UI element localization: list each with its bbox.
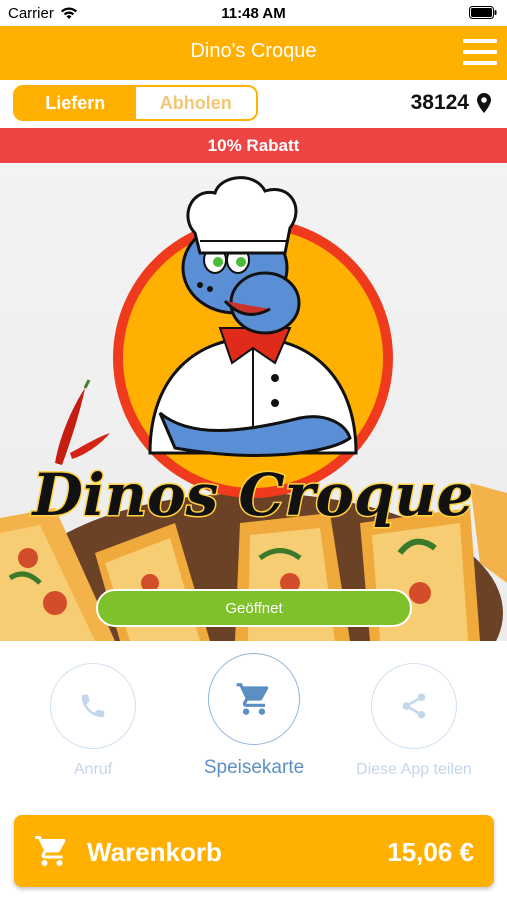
status-time: 11:48 AM bbox=[221, 5, 286, 22]
hero-image: Dinos Croque Geöffnet bbox=[0, 163, 507, 641]
action-row: Anruf Speisekarte Diese App teilen bbox=[0, 641, 507, 806]
call-action[interactable]: Anruf bbox=[8, 653, 178, 779]
postcode-selector[interactable]: 38124 bbox=[411, 91, 491, 115]
menu-card-label: Speisekarte bbox=[203, 757, 305, 778]
share-action[interactable]: Diese App teilen bbox=[329, 653, 499, 779]
open-status-label: Geöffnet bbox=[225, 599, 283, 617]
cart-label: Warenkorb bbox=[87, 837, 222, 867]
app-header: Dino's Croque bbox=[0, 26, 507, 80]
restaurant-logo: Dinos Croque bbox=[0, 176, 507, 641]
phone-icon bbox=[81, 694, 105, 718]
call-button[interactable] bbox=[50, 663, 136, 749]
order-mode-row: Liefern Abholen 38124 bbox=[0, 80, 507, 126]
deliver-option[interactable]: Liefern bbox=[15, 87, 136, 119]
cart-total: 15,06 € bbox=[387, 837, 474, 867]
call-label: Anruf bbox=[73, 761, 113, 778]
discount-banner: 10% Rabatt bbox=[0, 128, 507, 163]
cart-button[interactable]: Warenkorb 15,06 € bbox=[14, 815, 494, 887]
discount-text: 10% Rabatt bbox=[207, 135, 300, 155]
status-bar: Carrier 11:48 AM bbox=[0, 0, 507, 26]
app-title: Dino's Croque bbox=[190, 40, 317, 62]
pickup-option[interactable]: Abholen bbox=[135, 87, 256, 119]
open-status-button[interactable]: Geöffnet bbox=[96, 589, 412, 627]
logo-text: Dinos Croque bbox=[30, 461, 473, 529]
menu-card-button[interactable] bbox=[208, 653, 300, 745]
menu-action[interactable]: Speisekarte bbox=[169, 653, 339, 779]
location-pin-icon bbox=[477, 93, 491, 113]
hamburger-menu-icon bbox=[463, 39, 497, 43]
order-mode-toggle: Liefern Abholen bbox=[13, 85, 258, 121]
share-label: Diese App teilen bbox=[356, 761, 472, 778]
share-button[interactable] bbox=[371, 663, 457, 749]
cart-icon bbox=[236, 683, 269, 715]
share-icon bbox=[402, 693, 426, 719]
postcode-value: 38124 bbox=[410, 91, 469, 114]
menu-button[interactable] bbox=[463, 39, 497, 65]
battery-icon bbox=[469, 6, 497, 19]
cart-icon bbox=[35, 836, 66, 866]
